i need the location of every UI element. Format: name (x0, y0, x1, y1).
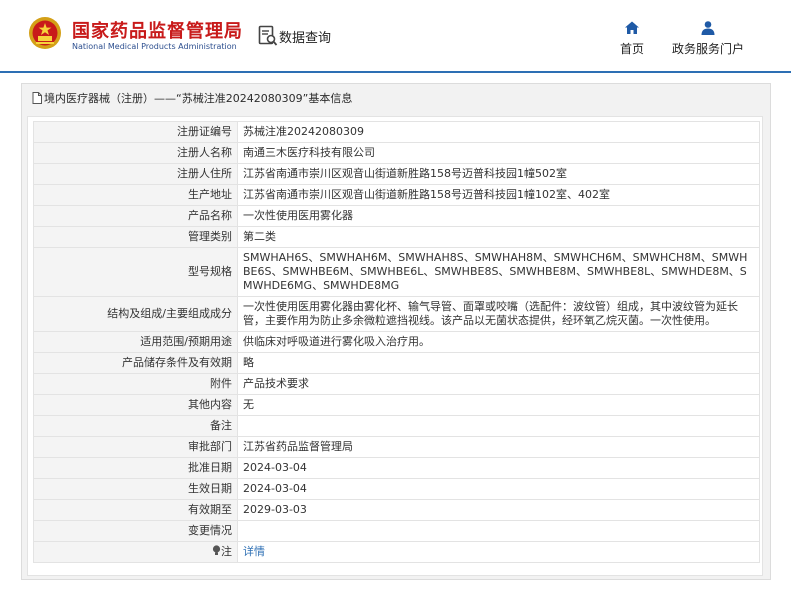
field-label: 生效日期 (33, 478, 238, 500)
site-header: 国家药品监督管理局 National Medical Products Admi… (0, 0, 791, 71)
field-label: 有效期至 (33, 499, 238, 521)
table-row: 管理类别 第二类 (33, 226, 760, 248)
field-value: 产品技术要求 (237, 373, 760, 395)
field-value: SMWHAH6S、SMWHAH6M、SMWHAH8S、SMWHAH8M、SMWH… (237, 247, 760, 297)
nav-service-portal[interactable]: 政务服务门户 (672, 20, 744, 57)
field-label: 生产地址 (33, 184, 238, 206)
detail-panel: 境内医疗器械（注册）——“苏械注准20242080309”基本信息 注册证编号苏… (21, 83, 771, 580)
detail-card: 注册证编号 苏械注准20242080309 注册人名称 南通三木医疗科技有限公司 注册人… (27, 116, 763, 576)
table-row: 生产地址 江苏省南通市崇川区观音山街道新胜路158号迈普科技园1幢102室、402… (33, 184, 760, 206)
nav-service-portal-label: 政务服务门户 (672, 42, 745, 56)
breadcrumb-text: 境内医疗器械（注册）——“苏械注准20242080309”基本信息 (44, 92, 353, 105)
nav-home-label: 首页 (620, 42, 645, 56)
table-row: 审批部门 江苏省药品监督管理局 (33, 436, 760, 458)
user-icon (701, 21, 715, 35)
field-value: 江苏省药品监督管理局 (237, 436, 760, 458)
table-row: 产品名称 一次性使用医用雾化器 (33, 205, 760, 227)
table-row: 注册人名称 南通三木医疗科技有限公司 (33, 142, 760, 164)
field-value: 一次性使用医用雾化器 (237, 205, 760, 227)
field-label: 批准日期 (33, 457, 238, 479)
field-value: 一次性使用医用雾化器由雾化杯、输气导管、面罩或咬嘴（选配件：波纹管）组成，其中波… (237, 296, 760, 332)
table-row: 其他内容无 (33, 394, 760, 416)
header-divider (0, 71, 791, 73)
nav-home[interactable]: 首页 (620, 20, 644, 57)
field-value: 第二类 (237, 226, 760, 248)
document-icon (32, 92, 42, 104)
table-row: 附件 产品技术要求 (33, 373, 760, 395)
field-label: 产品储存条件及有效期 (33, 352, 238, 374)
table-row: 适用范围/预期用途 供临床对呼吸道进行雾化吸入治疗用。 (33, 331, 760, 353)
field-label: 备注 (33, 415, 238, 437)
data-query-link[interactable]: 数据查询 (279, 27, 331, 46)
table-row: 产品储存条件及有效期略 (33, 352, 760, 374)
table-row: 型号规格 SMWHAH6S、SMWHAH6M、SMWHAH8S、SMWHAH8M、… (33, 247, 760, 297)
field-label: 型号规格 (33, 247, 238, 297)
table-row-note: 注详情 (33, 541, 760, 563)
table-row: 变更情况 (33, 520, 760, 542)
lightbulb-icon (212, 545, 221, 555)
field-value: 苏械注准20242080309 (237, 121, 760, 143)
site-title-cn: 国家药品监督管理局 (72, 21, 243, 42)
table-row: 批准日期 2024-03-04 (33, 457, 760, 479)
note-label: 注 (221, 545, 232, 558)
field-label: 注册人名称 (33, 142, 238, 164)
field-value: 2024-03-04 (237, 478, 760, 500)
details-link[interactable]: 详情 (243, 545, 265, 558)
field-label: 注册人住所 (33, 163, 238, 185)
home-icon (625, 21, 639, 34)
field-value: 江苏省南通市崇川区观音山街道新胜路158号迈普科技园1幢502室 (237, 163, 760, 185)
field-label: 产品名称 (33, 205, 238, 227)
field-value (237, 520, 760, 542)
field-label: 审批部门 (33, 436, 238, 458)
data-query-icon[interactable] (258, 25, 278, 47)
field-label: 其他内容 (33, 394, 238, 416)
note-value-cell: 详情 (237, 541, 760, 563)
field-value: 南通三木医疗科技有限公司 (237, 142, 760, 164)
field-value (237, 415, 760, 437)
breadcrumb: 境内医疗器械（注册）——“苏械注准20242080309”基本信息 (32, 90, 352, 106)
field-label: 适用范围/预期用途 (33, 331, 238, 353)
field-value: 供临床对呼吸道进行雾化吸入治疗用。 (237, 331, 760, 353)
field-label: 变更情况 (33, 520, 238, 542)
table-row: 结构及组成/主要组成成分 一次性使用医用雾化器由雾化杯、输气导管、面罩或咬嘴（选配… (33, 296, 760, 332)
field-label: 附件 (33, 373, 238, 395)
field-value: 无 (237, 394, 760, 416)
field-label: 管理类别 (33, 226, 238, 248)
field-value: 略 (237, 352, 760, 374)
table-row: 备注 (33, 415, 760, 437)
field-label: 注册证编号 (33, 121, 238, 143)
national-emblem-icon (29, 17, 61, 49)
site-title-en: National Medical Products Administration (72, 42, 237, 51)
table-row: 注册证编号 苏械注准20242080309 (33, 121, 760, 143)
table-row: 生效日期 2024-03-04 (33, 478, 760, 500)
field-value: 2029-03-03 (237, 499, 760, 521)
registration-info-table: 注册证编号 苏械注准20242080309 注册人名称 南通三木医疗科技有限公司 注册人… (33, 121, 760, 563)
table-row: 注册人住所 江苏省南通市崇川区观音山街道新胜路158号迈普科技园1幢502室 (33, 163, 760, 185)
field-label: 结构及组成/主要组成成分 (33, 296, 238, 332)
field-value: 2024-03-04 (237, 457, 760, 479)
table-row: 有效期至 2029-03-03 (33, 499, 760, 521)
note-label-cell: 注 (33, 541, 238, 563)
field-value: 江苏省南通市崇川区观音山街道新胜路158号迈普科技园1幢102室、402室 (237, 184, 760, 206)
